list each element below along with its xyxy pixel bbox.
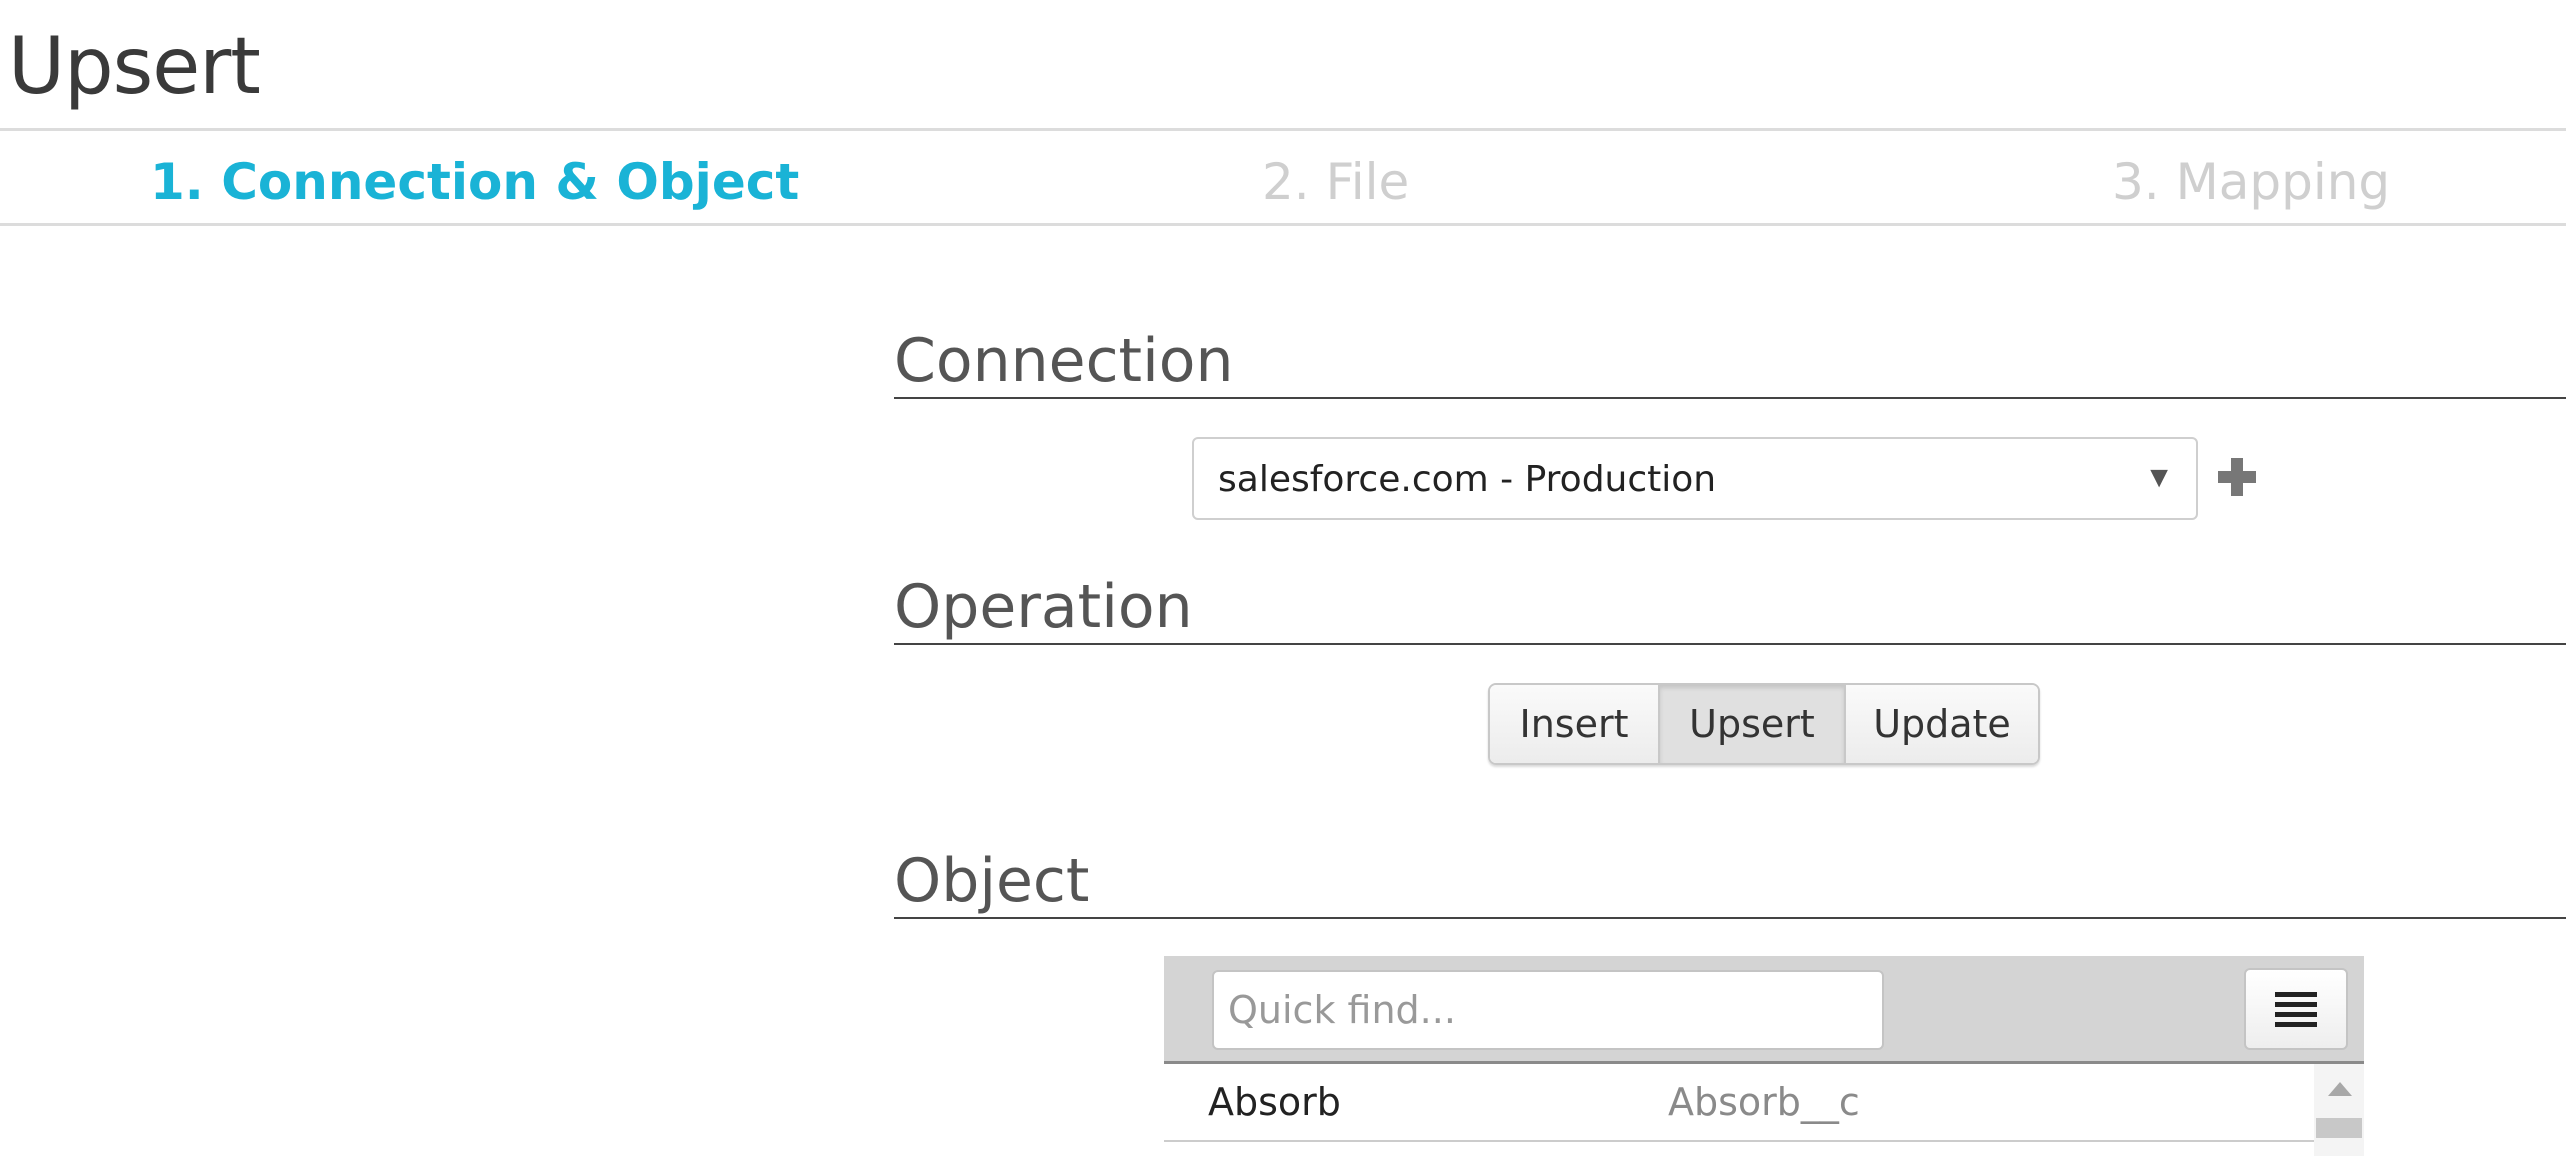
connection-heading: Connection [894, 326, 1234, 396]
wizard-steps: 1. Connection & Object 2. File 3. Mappin… [0, 128, 2566, 226]
list-icon [2275, 992, 2317, 1027]
triangle-down-icon: ▼ [2144, 461, 2174, 494]
operation-heading: Operation [894, 572, 1193, 642]
scroll-up-arrow-icon[interactable] [2328, 1082, 2352, 1096]
step-connection-object[interactable]: 1. Connection & Object [150, 153, 799, 211]
step-mapping[interactable]: 3. Mapping [2112, 153, 2390, 211]
operation-divider [894, 643, 2566, 645]
quick-find-input[interactable] [1212, 970, 1884, 1050]
object-heading: Object [894, 846, 1090, 916]
operation-toggle-group: Insert Upsert Update [1488, 683, 2040, 765]
step-file[interactable]: 2. File [1262, 153, 1409, 211]
list-item[interactable]: Absorb Absorb__c [1164, 1064, 2314, 1142]
list-view-button[interactable] [2244, 968, 2348, 1050]
connection-divider [894, 397, 2566, 399]
add-connection-button[interactable] [2212, 452, 2262, 502]
connection-select-value: salesforce.com - Production [1218, 459, 1717, 500]
object-api-name: Absorb__c [1668, 1080, 1860, 1124]
object-list-scrollbar[interactable] [2314, 1064, 2364, 1156]
connection-select[interactable]: salesforce.com - Production ▼ [1192, 437, 2198, 520]
plus-icon [2218, 458, 2256, 496]
insert-button[interactable]: Insert [1490, 685, 1658, 763]
update-button[interactable]: Update [1844, 685, 2038, 763]
page-title: Upsert [8, 22, 261, 112]
object-divider [894, 917, 2566, 919]
scroll-thumb[interactable] [2316, 1118, 2362, 1138]
object-toolbar [1164, 956, 2364, 1064]
upsert-button[interactable]: Upsert [1658, 685, 1844, 763]
object-label: Absorb [1208, 1080, 1341, 1124]
